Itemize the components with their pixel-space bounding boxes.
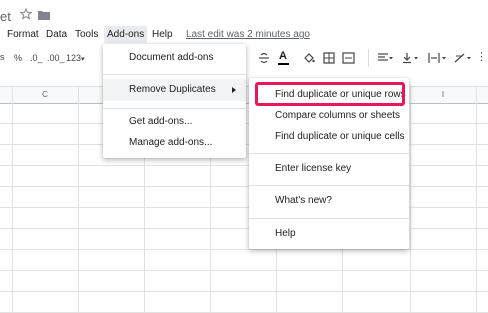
menu-item-get-addons[interactable]: Get add-ons...	[103, 111, 246, 133]
format-percent-button[interactable]: %	[14, 53, 22, 63]
column-header-i[interactable]: I	[410, 87, 476, 103]
menu-item-enter-license-key[interactable]: Enter license key	[249, 158, 409, 180]
decrease-decimal-button[interactable]: .0_	[30, 53, 43, 63]
grid-line	[476, 86, 477, 313]
menu-item-label: Remove Duplicates	[129, 84, 216, 95]
menu-separator	[103, 108, 246, 109]
text-wrapping-icon[interactable]	[428, 52, 446, 64]
menu-separator	[249, 218, 409, 219]
chevron-down-icon: ▾	[81, 56, 85, 63]
text-rotation-icon[interactable]	[453, 52, 473, 64]
star-icon[interactable]	[20, 8, 32, 20]
menu-item-label: Manage add-ons...	[129, 137, 213, 148]
menu-item-label: Compare columns or sheets	[275, 110, 401, 121]
menu-item-label: Help	[275, 228, 296, 239]
menu-item-remove-duplicates[interactable]: Remove Duplicates	[103, 79, 246, 101]
more-formats-label: 123	[66, 53, 82, 63]
menu-separator	[103, 74, 246, 75]
grid-line	[0, 291, 488, 292]
column-header-c[interactable]: C	[12, 87, 78, 103]
grid-line	[0, 270, 488, 271]
grid-line	[0, 165, 488, 166]
menu-separator	[249, 153, 409, 154]
grid-line	[0, 186, 488, 187]
grid-line	[78, 86, 79, 313]
menu-format[interactable]: Format	[4, 26, 42, 43]
fill-color-icon[interactable]	[303, 52, 315, 64]
menu-item-label: Find duplicate or unique cells	[275, 131, 405, 142]
menu-item-label: Get add-ons...	[129, 116, 193, 127]
menu-item-document-addons[interactable]: Document add-ons	[103, 47, 246, 69]
horizontal-align-icon[interactable]	[377, 52, 393, 64]
vertical-align-icon[interactable]	[402, 52, 418, 64]
submenu-arrow-icon	[232, 87, 236, 93]
menu-item-label: Enter license key	[275, 163, 352, 174]
merge-cells-icon[interactable]	[342, 52, 355, 64]
menu-item-find-duplicate-cells[interactable]: Find duplicate or unique cells	[249, 126, 409, 148]
doc-title-fragment[interactable]: et	[0, 9, 11, 24]
menu-bar: Format Data Tools Add-ons Help Last edit…	[0, 26, 320, 44]
strikethrough-icon[interactable]	[258, 52, 270, 64]
highlight-annotation	[255, 82, 405, 106]
grid-line	[0, 207, 488, 208]
text-color-swatch	[278, 63, 289, 65]
menu-tools[interactable]: Tools	[72, 26, 101, 43]
grid-line	[12, 86, 13, 313]
menu-item-label: Document add-ons	[129, 52, 214, 63]
borders-icon[interactable]	[323, 52, 335, 64]
grid-line	[410, 86, 411, 313]
grid-line	[0, 228, 488, 229]
increase-decimal-button[interactable]: .00_	[47, 53, 65, 63]
menu-data[interactable]: Data	[43, 26, 70, 43]
menu-item-whats-new[interactable]: What's new?	[249, 190, 409, 212]
text-color-button[interactable]: A	[279, 50, 287, 62]
grid-line	[0, 249, 488, 250]
toolbar-divider	[368, 49, 369, 67]
menu-item-label: What's new?	[275, 195, 332, 206]
toolbar-fragment: s	[0, 52, 5, 62]
menu-item-compare-columns[interactable]: Compare columns or sheets	[249, 105, 409, 127]
menu-item-manage-addons[interactable]: Manage add-ons...	[103, 132, 246, 154]
menu-help[interactable]: Help	[149, 26, 176, 43]
addons-menu: Document add-ons Remove Duplicates Get a…	[103, 44, 246, 158]
folder-icon[interactable]	[38, 10, 50, 20]
menu-separator	[249, 185, 409, 186]
more-formats-button[interactable]: 123▾	[66, 53, 85, 63]
menu-item-help[interactable]: Help	[249, 223, 409, 245]
last-edit-link[interactable]: Last edit was 2 minutes ago	[186, 26, 310, 43]
more-tools-icon[interactable]: ⋮	[476, 50, 487, 63]
menu-addons[interactable]: Add-ons	[104, 26, 148, 43]
